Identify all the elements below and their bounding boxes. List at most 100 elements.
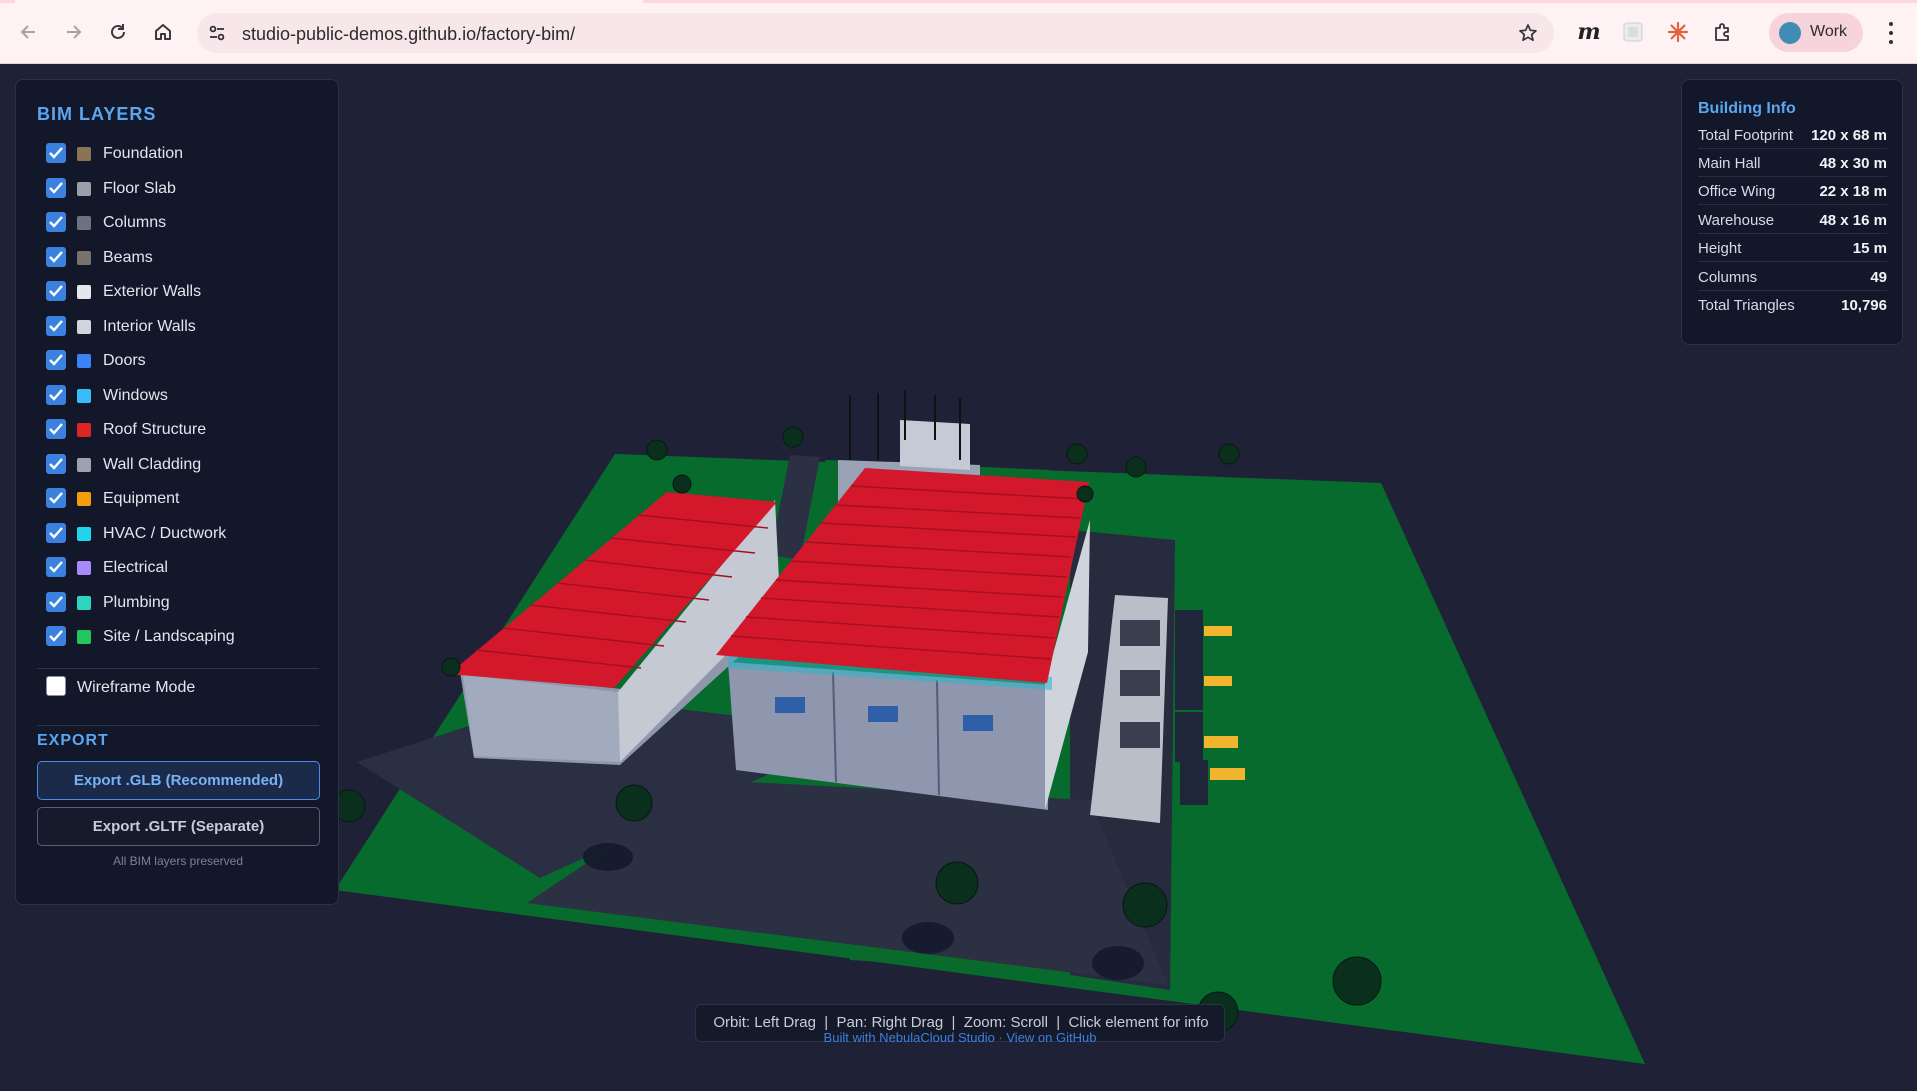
layer-color-swatch [77,320,91,334]
bookmark-star-icon[interactable] [1518,23,1538,48]
layer-toggle-plumbing[interactable]: Plumbing [46,591,326,613]
extensions-puzzle-icon[interactable] [1709,18,1737,46]
controls-hint-text: Orbit: Left Drag | Pan: Right Drag | Zoo… [713,1014,1209,1031]
home-button[interactable] [148,17,178,47]
layer-label: Site / Landscaping [103,628,235,645]
checkbox-checked[interactable] [46,350,66,370]
reload-button[interactable] [103,17,133,47]
layer-toggle-foundation[interactable]: Foundation [46,142,326,164]
checkbox-checked[interactable] [46,178,66,198]
info-label: Total Triangles [1698,297,1795,314]
checkbox-checked[interactable] [46,385,66,405]
extension-grid-icon[interactable] [1619,18,1647,46]
checkmark-icon [49,630,63,642]
layer-toggle-exterior-walls[interactable]: Exterior Walls [46,280,326,302]
reload-icon [111,24,125,39]
checkbox-checked[interactable] [46,626,66,646]
bim-layers-title: BIM LAYERS [37,104,157,124]
layer-color-swatch [77,423,91,437]
layer-toggle-windows[interactable]: Windows [46,384,326,406]
divider [37,668,319,669]
extension-m-icon[interactable]: m [1575,18,1603,46]
layer-color-swatch [77,389,91,403]
layer-label: Plumbing [103,594,170,611]
layer-label: Equipment [103,490,180,507]
export-gltf-button[interactable]: Export .GLTF (Separate) [37,807,320,846]
credit-link[interactable]: Built with NebulaCloud Studio · View on … [695,1030,1225,1045]
layer-label: Beams [103,249,153,266]
forward-button[interactable] [58,17,88,47]
checkbox-checked[interactable] [46,523,66,543]
arrow-right-icon [67,25,82,39]
layer-label: HVAC / Ductwork [103,525,227,542]
layer-label: Foundation [103,145,184,162]
checkbox-unchecked[interactable] [46,676,66,696]
info-value: 15 m [1852,240,1887,257]
info-row-height: Height 15 m [1698,234,1887,262]
arrow-left-icon [20,25,35,39]
browser-toolbar: studio-public-demos.github.io/factory-bi… [0,0,1917,64]
layer-toggle-site-landscaping[interactable]: Site / Landscaping [46,625,326,647]
layer-toggle-beams[interactable]: Beams [46,246,326,268]
layer-color-swatch [77,630,91,644]
export-glb-button[interactable]: Export .GLB (Recommended) [37,761,320,800]
layer-color-swatch [77,527,91,541]
checkmark-icon [49,458,63,470]
checkmark-icon [49,596,63,608]
layer-label: Wall Cladding [103,456,202,473]
extension-burst-icon[interactable] [1664,18,1692,46]
layer-toggle-doors[interactable]: Doors [46,349,326,371]
address-bar[interactable]: studio-public-demos.github.io/factory-bi… [197,13,1554,53]
checkbox-checked[interactable] [46,212,66,232]
info-label: Warehouse [1698,212,1775,229]
info-value: 49 [1870,269,1887,286]
layer-color-swatch [77,216,91,230]
layer-toggle-wall-cladding[interactable]: Wall Cladding [46,453,326,475]
checkmark-icon [49,182,63,194]
layer-toggle-roof-structure[interactable]: Roof Structure [46,418,326,440]
info-label: Total Footprint [1698,127,1794,144]
layer-color-swatch [77,285,91,299]
info-row-total-footprint: Total Footprint 120 x 68 m [1698,121,1887,149]
layer-toggle-hvac[interactable]: HVAC / Ductwork [46,522,326,544]
layer-toggle-equipment[interactable]: Equipment [46,487,326,509]
checkbox-checked[interactable] [46,316,66,336]
home-icon [155,24,171,40]
profile-chip[interactable]: Work [1769,13,1863,52]
info-label: Office Wing [1698,183,1776,200]
layer-toggle-interior-walls[interactable]: Interior Walls [46,315,326,337]
layer-color-swatch [77,596,91,610]
bim-layers-panel: BIM LAYERS Foundation Floor Slab Columns… [15,79,339,905]
checkmark-icon [49,216,63,228]
site-info-icon[interactable] [206,22,228,44]
layer-color-swatch [77,251,91,265]
layer-label: Windows [103,387,168,404]
layer-toggle-electrical[interactable]: Electrical [46,556,326,578]
back-button[interactable] [14,17,44,47]
layer-label: Interior Walls [103,318,196,335]
wireframe-toggle[interactable]: Wireframe Mode [46,676,286,698]
info-value: 22 x 18 m [1819,183,1887,200]
checkbox-checked[interactable] [46,419,66,439]
info-value: 48 x 30 m [1819,155,1887,172]
info-label: Main Hall [1698,155,1761,172]
checkbox-checked[interactable] [46,281,66,301]
layer-toggle-columns[interactable]: Columns [46,211,326,233]
checkbox-checked[interactable] [46,557,66,577]
checkbox-checked[interactable] [46,454,66,474]
layer-label: Columns [103,214,167,231]
layer-color-swatch [77,354,91,368]
info-row-main-hall: Main Hall 48 x 30 m [1698,149,1887,177]
checkbox-checked[interactable] [46,592,66,612]
checkbox-checked[interactable] [46,488,66,508]
checkbox-checked[interactable] [46,143,66,163]
layer-toggle-floor-slab[interactable]: Floor Slab [46,177,326,199]
info-row-office-wing: Office Wing 22 x 18 m [1698,177,1887,205]
layer-label: Electrical [103,559,168,576]
menu-kebab-icon[interactable] [1880,20,1902,46]
tab-strip-edge [0,0,1917,3]
layer-label: Floor Slab [103,180,176,197]
checkbox-checked[interactable] [46,247,66,267]
3d-viewport[interactable]: BIM LAYERS Foundation Floor Slab Columns… [0,64,1917,1091]
checkmark-icon [49,527,63,539]
